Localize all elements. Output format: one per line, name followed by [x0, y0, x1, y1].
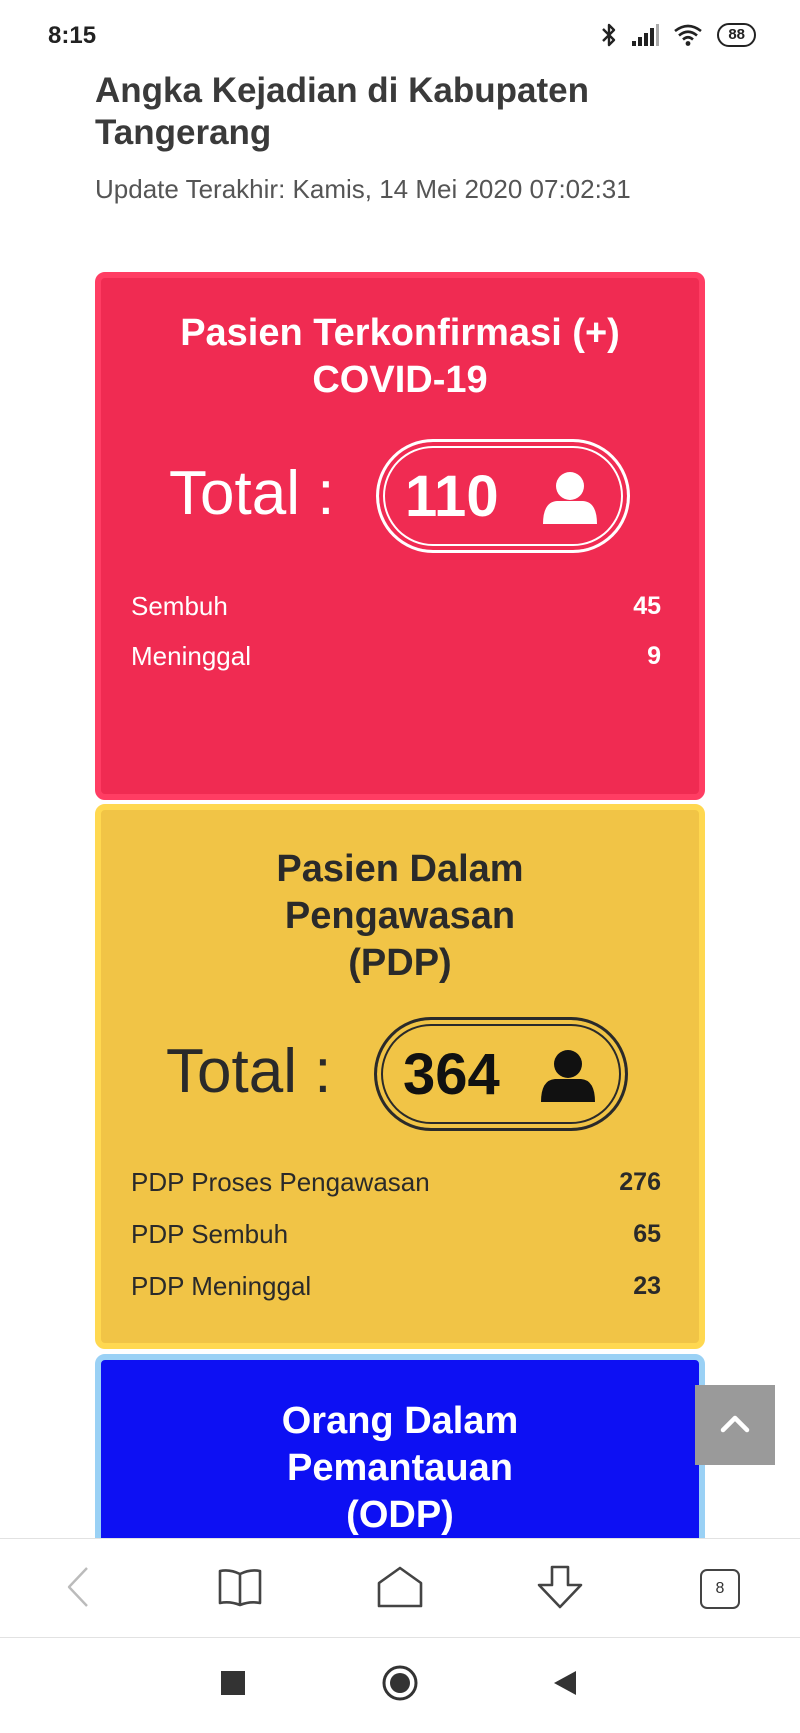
battery-indicator: 88 — [717, 23, 756, 47]
pdp-total-pill: 364 — [374, 1017, 628, 1131]
recents-icon — [221, 1670, 245, 1700]
stat-row-recovered: Sembuh 45 — [131, 586, 661, 626]
home-button[interactable] — [370, 1561, 430, 1617]
confirmed-card-title: Pasien Terkonfirmasi (+) COVID-19 — [101, 310, 699, 404]
stat-value: 276 — [619, 1167, 661, 1196]
stat-label: PDP Proses Pengawasan — [131, 1166, 430, 1197]
status-bar: 8:15 88 — [0, 0, 800, 70]
total-label: Total : — [166, 1037, 332, 1106]
confirmed-total-pill: 110 — [376, 439, 630, 553]
page-title: Angka Kejadian di Kabupaten Tangerang — [95, 71, 589, 152]
android-home-button[interactable] — [375, 1660, 425, 1710]
browser-back-button[interactable] — [48, 1561, 108, 1617]
stat-value: 23 — [633, 1271, 661, 1300]
chevron-up-icon — [720, 1413, 750, 1438]
stat-value: 65 — [633, 1219, 661, 1248]
stat-row-pdp-recovered: PDP Sembuh 65 — [131, 1214, 661, 1254]
stat-label: Sembuh — [131, 590, 228, 621]
browser-toolbar: 8 — [0, 1538, 800, 1638]
pdp-card-title: Pasien Dalam Pengawasan (PDP) — [101, 846, 699, 987]
stat-value: 45 — [633, 591, 661, 620]
status-icons: 88 — [601, 22, 756, 48]
download-icon — [535, 1564, 585, 1615]
card-title-line: Orang Dalam — [281, 1400, 519, 1442]
home-icon — [382, 1665, 418, 1706]
stat-label: PDP Meninggal — [131, 1270, 312, 1301]
signal-icon — [631, 24, 660, 46]
stat-label: PDP Sembuh — [131, 1218, 289, 1249]
back-icon — [65, 1565, 91, 1614]
stat-row-pdp-monitoring: PDP Proses Pengawasan 276 — [131, 1162, 661, 1202]
person-icon — [541, 470, 599, 531]
stat-row-deceased: Meninggal 9 — [131, 636, 661, 676]
card-title-line: Pasien Terkonfirmasi (+) — [180, 312, 620, 354]
pdp-card: Pasien Dalam Pengawasan (PDP) Total : 36… — [95, 804, 705, 1349]
tabs-icon: 8 — [700, 1569, 740, 1609]
odp-card-title: Orang Dalam Pemantauan (ODP) — [101, 1398, 699, 1539]
android-back-button[interactable] — [540, 1660, 590, 1710]
odp-card: Orang Dalam Pemantauan (ODP) — [95, 1354, 705, 1554]
total-label: Total : — [169, 459, 335, 528]
card-title-line: Pasien Dalam — [276, 848, 524, 890]
home-icon — [376, 1565, 424, 1614]
stat-value: 9 — [647, 641, 661, 670]
card-title-line: COVID-19 — [312, 359, 488, 401]
status-time: 8:15 — [48, 22, 97, 49]
tabs-button[interactable]: 8 — [690, 1561, 750, 1617]
bluetooth-icon — [601, 22, 617, 48]
confirmed-total-value: 110 — [405, 463, 499, 529]
person-icon — [539, 1048, 597, 1109]
scroll-to-top-button[interactable] — [695, 1385, 775, 1465]
last-update: Update Terakhir: Kamis, 14 Mei 2020 07:0… — [95, 174, 631, 204]
stat-row-pdp-deceased: PDP Meninggal 23 — [131, 1266, 661, 1306]
download-button[interactable] — [530, 1561, 590, 1617]
back-icon — [552, 1669, 578, 1702]
card-title-line: Pengawasan — [284, 895, 516, 937]
wifi-icon — [673, 24, 703, 46]
bookmarks-button[interactable] — [210, 1561, 270, 1617]
pdp-total-value: 364 — [403, 1041, 500, 1107]
card-title-line: (ODP) — [346, 1494, 454, 1536]
card-title-line: Pemantauan — [287, 1447, 513, 1489]
confirmed-card: Pasien Terkonfirmasi (+) COVID-19 Total … — [95, 272, 705, 800]
android-nav-bar — [0, 1640, 800, 1733]
recents-button[interactable] — [208, 1660, 258, 1710]
stat-label: Meninggal — [131, 640, 251, 671]
card-title-line: (PDP) — [348, 942, 452, 984]
bookmarks-icon — [217, 1567, 263, 1612]
